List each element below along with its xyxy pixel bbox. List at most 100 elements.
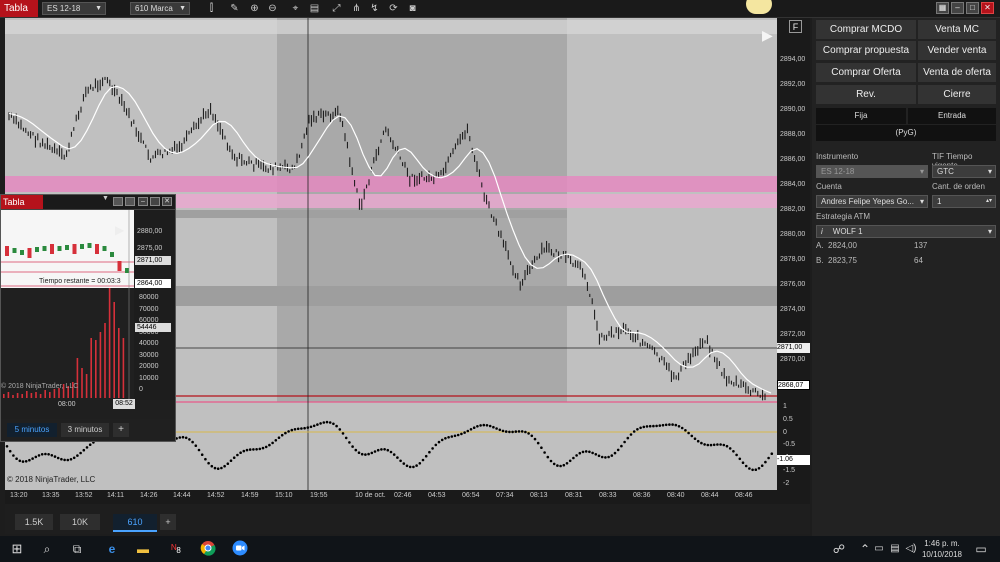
- time-tick-label: 04:53: [428, 492, 446, 499]
- edge-icon[interactable]: e: [103, 540, 121, 558]
- volume-icon[interactable]: ◁): [902, 540, 920, 558]
- window-list-icon[interactable]: [125, 197, 135, 206]
- osc-dot: [591, 451, 594, 455]
- f-button[interactable]: F: [789, 20, 802, 33]
- osc-dot: [623, 440, 626, 444]
- time-tick-label: 08:33: [599, 492, 617, 499]
- minimize-button[interactable]: –: [138, 197, 148, 206]
- inset-candle: [80, 244, 84, 249]
- osc-dot: [79, 451, 82, 455]
- quantity-stepper[interactable]: 1 ▴▾: [932, 195, 996, 208]
- osc-dot: [661, 423, 665, 427]
- osc-dot: [181, 435, 185, 439]
- tab-3-minutes[interactable]: 3 minutos: [61, 423, 109, 437]
- inset-titlebar[interactable]: Tabla ▼ – ✕: [1, 195, 175, 210]
- play-icon: ▶: [115, 223, 125, 237]
- search-icon[interactable]: ⌕: [38, 540, 56, 558]
- price-tick-label: 2888,00: [780, 131, 806, 138]
- buy-bid-button[interactable]: Comprar Oferta: [816, 63, 916, 82]
- account-select[interactable]: Andres Felipe Yepes Go... ▾: [816, 195, 928, 208]
- chrome-logo: [200, 541, 216, 556]
- info-icon[interactable]: i: [821, 227, 823, 236]
- minimize-button[interactable]: –: [951, 2, 964, 14]
- osc-dot: [562, 463, 566, 467]
- tab-5-minutes[interactable]: 5 minutos: [7, 423, 57, 437]
- file-explorer-icon[interactable]: ▬: [134, 540, 152, 558]
- osc-dot: [255, 448, 258, 451]
- zoom-app-icon[interactable]: [230, 540, 250, 558]
- camera-icon[interactable]: ◙: [406, 2, 419, 15]
- window-list-icon[interactable]: [113, 197, 123, 206]
- pencil-icon[interactable]: ✎: [228, 2, 241, 15]
- tab-610[interactable]: 610: [113, 514, 157, 532]
- zoom-out-icon[interactable]: ⊖: [266, 2, 279, 15]
- close-button[interactable]: ✕: [162, 197, 172, 206]
- strategy-icon[interactable]: ↯: [368, 2, 381, 15]
- stepper-arrows-icon[interactable]: ▴▾: [986, 196, 992, 207]
- osc-dot: [588, 450, 591, 454]
- windows-start-icon[interactable]: ⊞: [8, 540, 26, 558]
- close-position-button[interactable]: Cierre: [918, 85, 996, 104]
- floating-chart-window[interactable]: Tabla ▼ – ✕ ▶ 2880,00 2875,00 2871,00 28…: [0, 194, 176, 442]
- sell-ask-button[interactable]: Vender venta: [918, 41, 996, 60]
- osc-dot: [370, 451, 374, 455]
- chrome-icon[interactable]: [198, 540, 218, 558]
- sell-bid-button[interactable]: Venta de oferta: [918, 63, 996, 82]
- sell-market-button[interactable]: Venta MC: [918, 20, 996, 39]
- tab-10k[interactable]: 10K: [60, 514, 100, 530]
- price-axis[interactable]: F 2894,00 2892,00 2890,00 2888,00 2886,00 288…: [777, 18, 810, 490]
- instrument-selector[interactable]: ES 12-18 ▼: [42, 2, 106, 15]
- tab-1-5k[interactable]: 1.5K: [15, 514, 53, 530]
- crosshair-icon[interactable]: ⌖: [289, 2, 302, 15]
- osc-dot: [616, 448, 620, 452]
- osc-dot: [300, 427, 303, 430]
- time-tick-label: 08:44: [701, 492, 719, 499]
- people-icon[interactable]: ☍: [830, 540, 848, 558]
- strategies-icon[interactable]: ⋔: [350, 2, 363, 15]
- notification-icon[interactable]: ▭: [972, 540, 990, 558]
- task-view-icon[interactable]: ⧉: [68, 540, 86, 558]
- price-tick-label: 2872,00: [780, 331, 806, 338]
- window-list-icon[interactable]: ▦: [936, 2, 949, 14]
- osc-dot: [460, 432, 463, 436]
- osc-dot: [200, 453, 204, 457]
- chevron-down-icon[interactable]: ▼: [102, 195, 109, 202]
- tif-select[interactable]: GTC ▾: [932, 165, 996, 178]
- osc-dot: [671, 423, 674, 426]
- ninjatrader-icon[interactable]: ᴺ8: [164, 540, 188, 558]
- buy-ask-button[interactable]: Comprar propuesta: [816, 41, 916, 60]
- properties-icon[interactable]: ▤: [308, 2, 321, 15]
- add-tab-button[interactable]: +: [160, 514, 176, 530]
- last-price-badge: 2868,07: [777, 380, 810, 390]
- maximize-button[interactable]: [150, 197, 160, 206]
- time-tick-label: 08:13: [530, 492, 548, 499]
- bar-type-selector[interactable]: 610 Marca ▼: [130, 2, 190, 15]
- indicators-icon[interactable]: ⤢: [330, 2, 343, 15]
- inset-price-tick: 2880,00: [137, 228, 163, 235]
- time-tick-label: 06:54: [462, 492, 480, 499]
- time-axis[interactable]: 13:20 13:35 13:52 14:11 14:26 14:44 14:52 14:59…: [5, 490, 810, 504]
- osc-dot: [674, 423, 678, 427]
- osc-dot: [744, 464, 748, 468]
- reload-icon[interactable]: ⟳: [387, 2, 400, 15]
- buy-market-button[interactable]: Comprar MCDO: [816, 20, 916, 39]
- inset-candle: [65, 245, 69, 250]
- system-clock[interactable]: 1:46 p. m. 10/10/2018: [920, 538, 964, 560]
- maximize-button[interactable]: □: [966, 2, 979, 14]
- inset-candle: [20, 250, 24, 255]
- fixed-label[interactable]: Fija: [816, 108, 906, 124]
- osc-dot: [549, 459, 553, 463]
- reverse-button[interactable]: Rev.: [816, 85, 916, 104]
- close-button[interactable]: ✕: [981, 2, 994, 14]
- position-side: B.: [816, 256, 824, 265]
- entry-label[interactable]: Entrada: [908, 108, 996, 124]
- osc-dot: [479, 424, 482, 427]
- account-select-value: Andres Felipe Yepes Go...: [821, 197, 914, 206]
- osc-dot: [364, 453, 367, 456]
- time-tick-label: 15:10: [275, 492, 293, 499]
- add-tab-button[interactable]: +: [113, 423, 129, 437]
- osc-dot: [626, 436, 630, 440]
- zoom-in-icon[interactable]: ⊕: [248, 2, 261, 15]
- atm-strategy-select[interactable]: i WOLF 1 ▾: [816, 225, 996, 238]
- data-series-icon[interactable]: ⫿: [205, 2, 218, 15]
